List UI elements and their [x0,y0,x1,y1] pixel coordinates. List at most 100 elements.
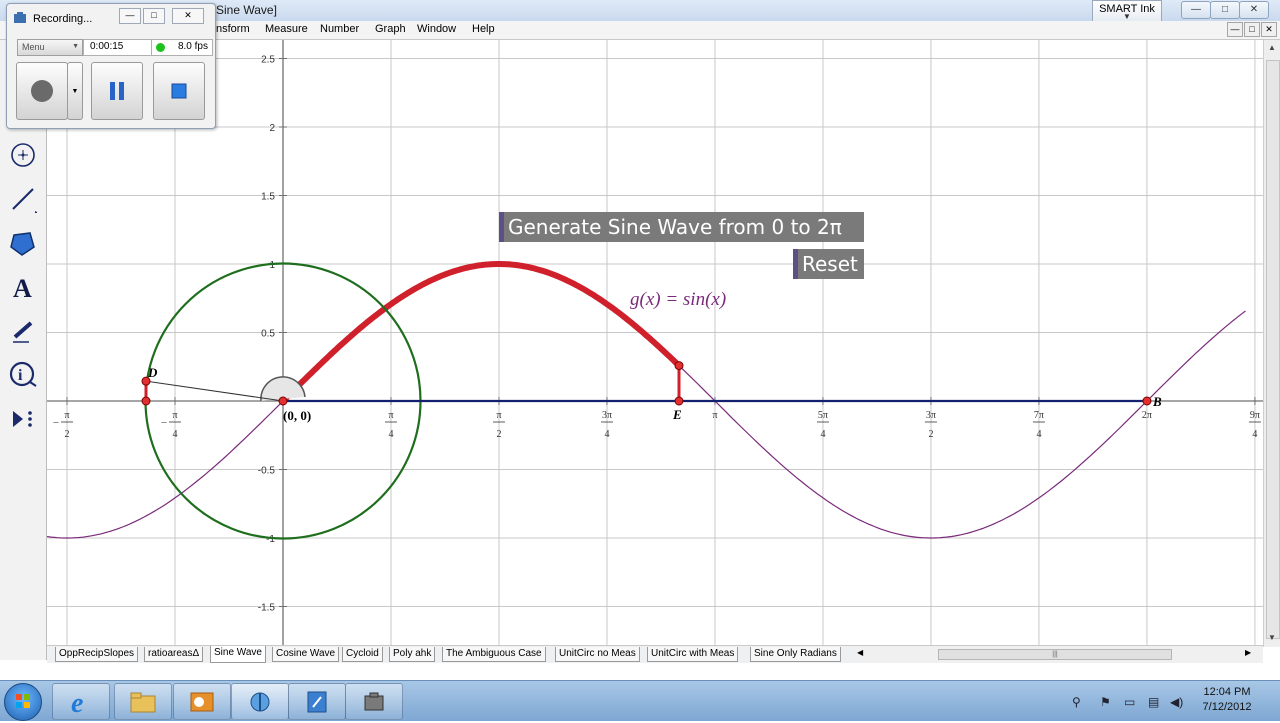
tab-poly-ahk[interactable]: Poly ahk [389,647,436,662]
x-tick-numerator: 3π [602,410,612,421]
generate-sine-button[interactable]: Generate Sine Wave from 0 to 2π [499,212,864,242]
recorder-menu-button[interactable]: Menu ▼ [17,39,83,56]
scroll-thumb[interactable] [1266,60,1280,639]
tab-sine-wave[interactable]: Sine Wave [210,646,266,663]
point-tool-button[interactable] [6,138,40,172]
x-tick-denominator: 2 [65,429,70,440]
taskbar-internet-explorer[interactable]: e [52,683,110,720]
windows-logo-icon [16,694,30,708]
stop-button[interactable] [153,62,205,120]
doc-restore-button[interactable]: □ [1244,22,1260,37]
scroll-down-icon[interactable]: ▼ [1268,633,1276,642]
taskbar-file-explorer[interactable] [114,683,172,720]
tab-cycloid[interactable]: Cycloid [342,647,383,662]
tray-display-icon[interactable]: ▭ [1124,695,1135,709]
menu-transform[interactable]: nsform [216,23,250,35]
y-tick-label: 1.5 [261,192,275,203]
window-title: Sine Wave] [216,3,277,17]
info-icon: i [9,361,37,387]
folder-icon [130,692,156,712]
sketchpad-icon [250,692,270,711]
hscroll-thumb[interactable]: ||| [938,649,1172,660]
x-tick-sign: − [161,417,167,429]
svg-text:e: e [71,689,83,715]
taskbar-notepad[interactable] [288,683,346,720]
tab-ratioareas[interactable]: ratioareasΔ [144,647,204,662]
x-tick-denominator: 2 [496,429,501,440]
reset-button[interactable]: Reset [793,249,864,279]
function-label: g(x) = sin(x) [630,289,727,310]
smart-ink-button[interactable]: SMART Ink ▼ [1092,0,1162,22]
recorder-fps-value: 8.0 fps [177,41,208,52]
maximize-button[interactable]: □ [1210,1,1240,19]
svg-text:i: i [18,367,23,384]
point-d-label: D [147,365,158,380]
text-tool-button[interactable]: A [6,270,40,304]
record-icon [31,80,53,102]
menu-graph[interactable]: Graph [375,23,406,35]
scroll-left-icon[interactable]: ◀ [857,648,863,657]
recorder-window[interactable]: Recording... — □ ✕ Menu ▼ 0:00:15 8.0 fp… [6,3,216,129]
tray-flag-icon[interactable]: ⚑ [1100,695,1111,709]
marker-icon [13,321,33,343]
scroll-up-icon[interactable]: ▲ [1268,43,1276,52]
system-clock[interactable]: 12:04 PM 7/12/2012 [1192,685,1262,715]
y-tick-label: 2.5 [261,55,275,66]
close-button[interactable]: ✕ [1239,1,1269,19]
tab-unitcirc-no-meas[interactable]: UnitCirc no Meas [555,647,640,662]
start-button[interactable] [4,683,42,721]
custom-tool-button[interactable] [6,402,40,436]
polygon-icon [10,232,35,256]
y-tick-label: -0.5 [258,466,276,477]
marker-tool-button[interactable] [6,314,40,348]
tray-device-icon[interactable]: ⚲ [1072,695,1081,709]
menu-window[interactable]: Window [417,23,456,35]
x-tick-numerator: π [64,410,69,421]
sine-graph[interactable]: 2.521.510.5-0.5-1-1.5 −π2−π4π4π23π4π 5π43… [47,40,1263,647]
y-tick-label: -1.5 [258,603,276,614]
tray-network-icon[interactable]: ▤ [1148,695,1159,709]
straightedge-tool-button[interactable] [6,182,40,216]
menu-help[interactable]: Help [472,23,495,35]
record-button[interactable] [16,62,68,120]
tab-unitcirc-with-meas[interactable]: UnitCirc with Meas [647,647,739,662]
generate-sine-label: Generate Sine Wave from 0 to 2π [508,215,842,239]
y-tick-label: 0.5 [261,329,275,340]
x-tick-denominator: 4 [388,429,393,440]
tray-volume-icon[interactable]: ◀) [1170,695,1183,709]
doc-close-button[interactable]: ✕ [1261,22,1277,37]
polygon-tool-button[interactable] [6,226,40,260]
x-tick-numerator: π [172,410,177,421]
scroll-right-icon[interactable]: ▶ [1245,648,1251,657]
taskbar-geometers-sketchpad[interactable] [231,683,289,720]
custom-tool-icon [13,411,32,427]
recorder-minimize-button[interactable]: — [119,8,141,24]
taskbar-outlook[interactable] [173,683,231,720]
pause-button[interactable] [91,62,143,120]
sketch-canvas[interactable]: 2.5 2 1.5 1 0.5 -0.5 -1 -1.5 − π 2− π 4 π 4 π 2 3π 4 π 5π 4 3… [47,40,1263,647]
recorder-elapsed: 0:00:15 [83,39,157,56]
recorder-maximize-button[interactable]: □ [143,8,165,24]
tab-ambiguous-case[interactable]: The Ambiguous Case [442,647,546,662]
record-options-button[interactable]: ▼ [67,62,83,120]
menu-measure[interactable]: Measure [265,23,308,35]
x-tick-denominator: 4 [820,429,825,440]
vertical-scrollbar[interactable]: ▲ ▼ [1263,40,1280,647]
tab-oppreciplopes[interactable]: OppRecipSlopes [55,647,139,662]
recorder-menu-label: Menu [22,42,45,52]
point-b-marker [1142,396,1152,406]
recorder-close-button[interactable]: ✕ [172,8,204,24]
y-tick-label: 1 [269,260,275,271]
tab-cosine-wave[interactable]: Cosine Wave [272,647,340,662]
minimize-button[interactable]: — [1181,1,1211,19]
x-tick-numerator: 3π [926,410,936,421]
taskbar-recorder[interactable] [345,683,403,720]
pause-icon [110,82,124,100]
menu-number[interactable]: Number [320,23,359,35]
doc-minimize-button[interactable]: — [1227,22,1243,37]
information-tool-button[interactable]: i [6,358,40,392]
tab-sine-only-radians[interactable]: Sine Only Radians [750,647,841,662]
svg-text:A: A [13,274,32,301]
x-tick-numerator: π [712,410,717,421]
horizontal-scrollbar[interactable]: ◀ ||| ▶ [855,647,1263,661]
